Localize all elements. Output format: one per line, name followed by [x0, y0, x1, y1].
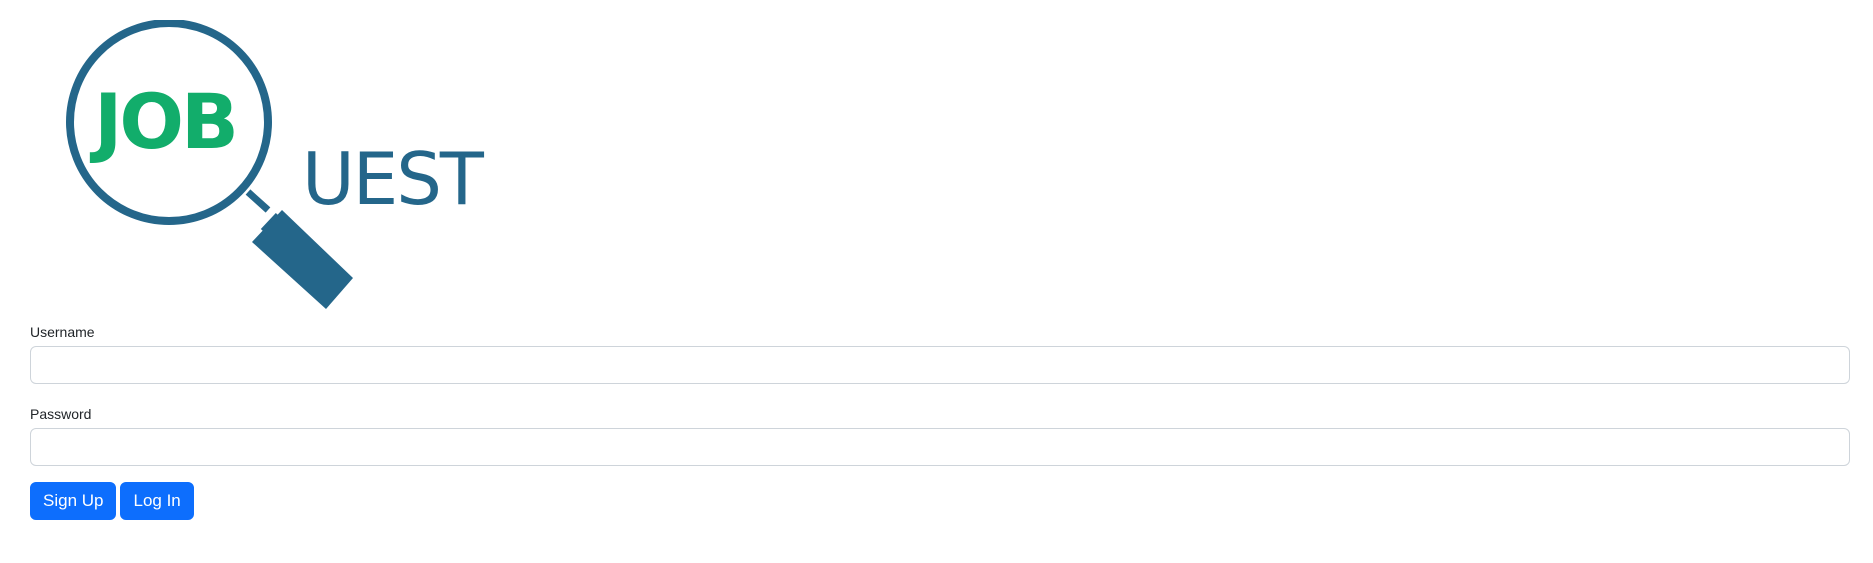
- jobquest-logo: JOB UEST: [66, 20, 487, 309]
- logo-text-job: JOB: [89, 77, 236, 166]
- username-label: Username: [30, 324, 95, 340]
- sign-up-button[interactable]: Sign Up: [30, 482, 117, 520]
- username-input[interactable]: [30, 346, 1850, 384]
- login-page: JOB UEST Username Password Sign Up Log I…: [0, 0, 1873, 563]
- login-form: Username Password Sign Up Log In: [30, 324, 1850, 520]
- logo-text-uest: UEST: [302, 137, 485, 221]
- password-label: Password: [30, 406, 92, 422]
- magnifier-neck: [245, 189, 271, 213]
- log-in-button[interactable]: Log In: [120, 482, 194, 520]
- form-actions: Sign Up Log In: [30, 482, 1850, 520]
- password-input[interactable]: [30, 428, 1850, 466]
